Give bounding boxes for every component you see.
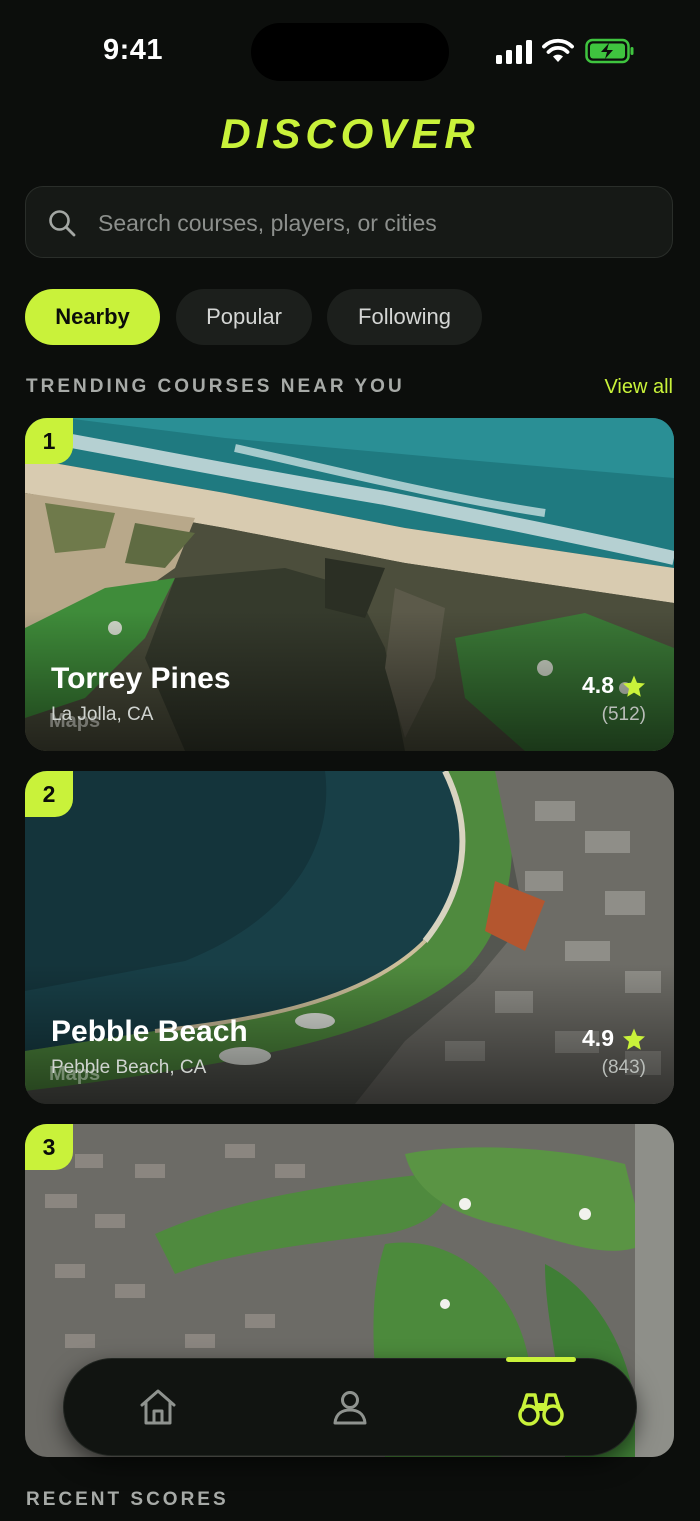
review-count: (843): [601, 1057, 646, 1078]
course-rating: 4.8: [582, 672, 646, 699]
binoculars-icon: [518, 1393, 564, 1426]
tab-discover[interactable]: [513, 1379, 569, 1435]
page-title: DISCOVER: [220, 110, 480, 157]
filter-chip-following[interactable]: Following: [327, 289, 482, 345]
rank-badge: 1: [25, 418, 73, 464]
recent-scores-title: RECENT SCORES: [26, 1489, 229, 1510]
course-location: La Jolla, CA: [51, 704, 154, 725]
course-card-torrey-pines[interactable]: 1 Maps Torrey Pines La Jolla, CA 4.8 (51…: [25, 418, 674, 751]
tab-profile[interactable]: [322, 1379, 378, 1435]
cellular-signal-icon: [496, 40, 532, 64]
home-icon: [140, 1389, 176, 1425]
profile-icon: [333, 1391, 367, 1425]
search-input[interactable]: [96, 187, 660, 259]
course-name: Torrey Pines: [51, 662, 231, 695]
tab-home[interactable]: [130, 1379, 186, 1435]
trending-section-title: TRENDING COURSES NEAR YOU: [26, 376, 405, 397]
bottom-tab-bar: [64, 1357, 636, 1455]
rank-badge: 3: [25, 1124, 73, 1170]
dynamic-island: [251, 23, 449, 81]
course-card-pebble-beach[interactable]: 2 Maps Pebble Beach Pebble Beach, CA 4.9…: [25, 771, 674, 1104]
status-bar: 9:41: [0, 0, 700, 100]
rank-badge: 2: [25, 771, 73, 817]
battery-charging-icon: [585, 38, 634, 64]
star-icon: [623, 1028, 645, 1050]
star-icon: [623, 675, 645, 697]
view-all-link[interactable]: View all: [604, 376, 673, 399]
rating-value: 4.8: [582, 672, 614, 698]
review-count: (512): [601, 704, 646, 725]
course-location: Pebble Beach, CA: [51, 1057, 207, 1078]
rating-value: 4.9: [582, 1025, 614, 1051]
course-name: Pebble Beach: [51, 1015, 248, 1048]
search-icon: [49, 210, 76, 237]
filter-chip-nearby[interactable]: Nearby: [25, 289, 160, 345]
wifi-icon: [542, 38, 574, 62]
status-time: 9:41: [103, 34, 164, 66]
course-rating: 4.9: [582, 1025, 646, 1052]
active-tab-indicator: [506, 1357, 576, 1362]
filter-chip-popular[interactable]: Popular: [176, 289, 312, 345]
search-bar[interactable]: [25, 186, 673, 259]
